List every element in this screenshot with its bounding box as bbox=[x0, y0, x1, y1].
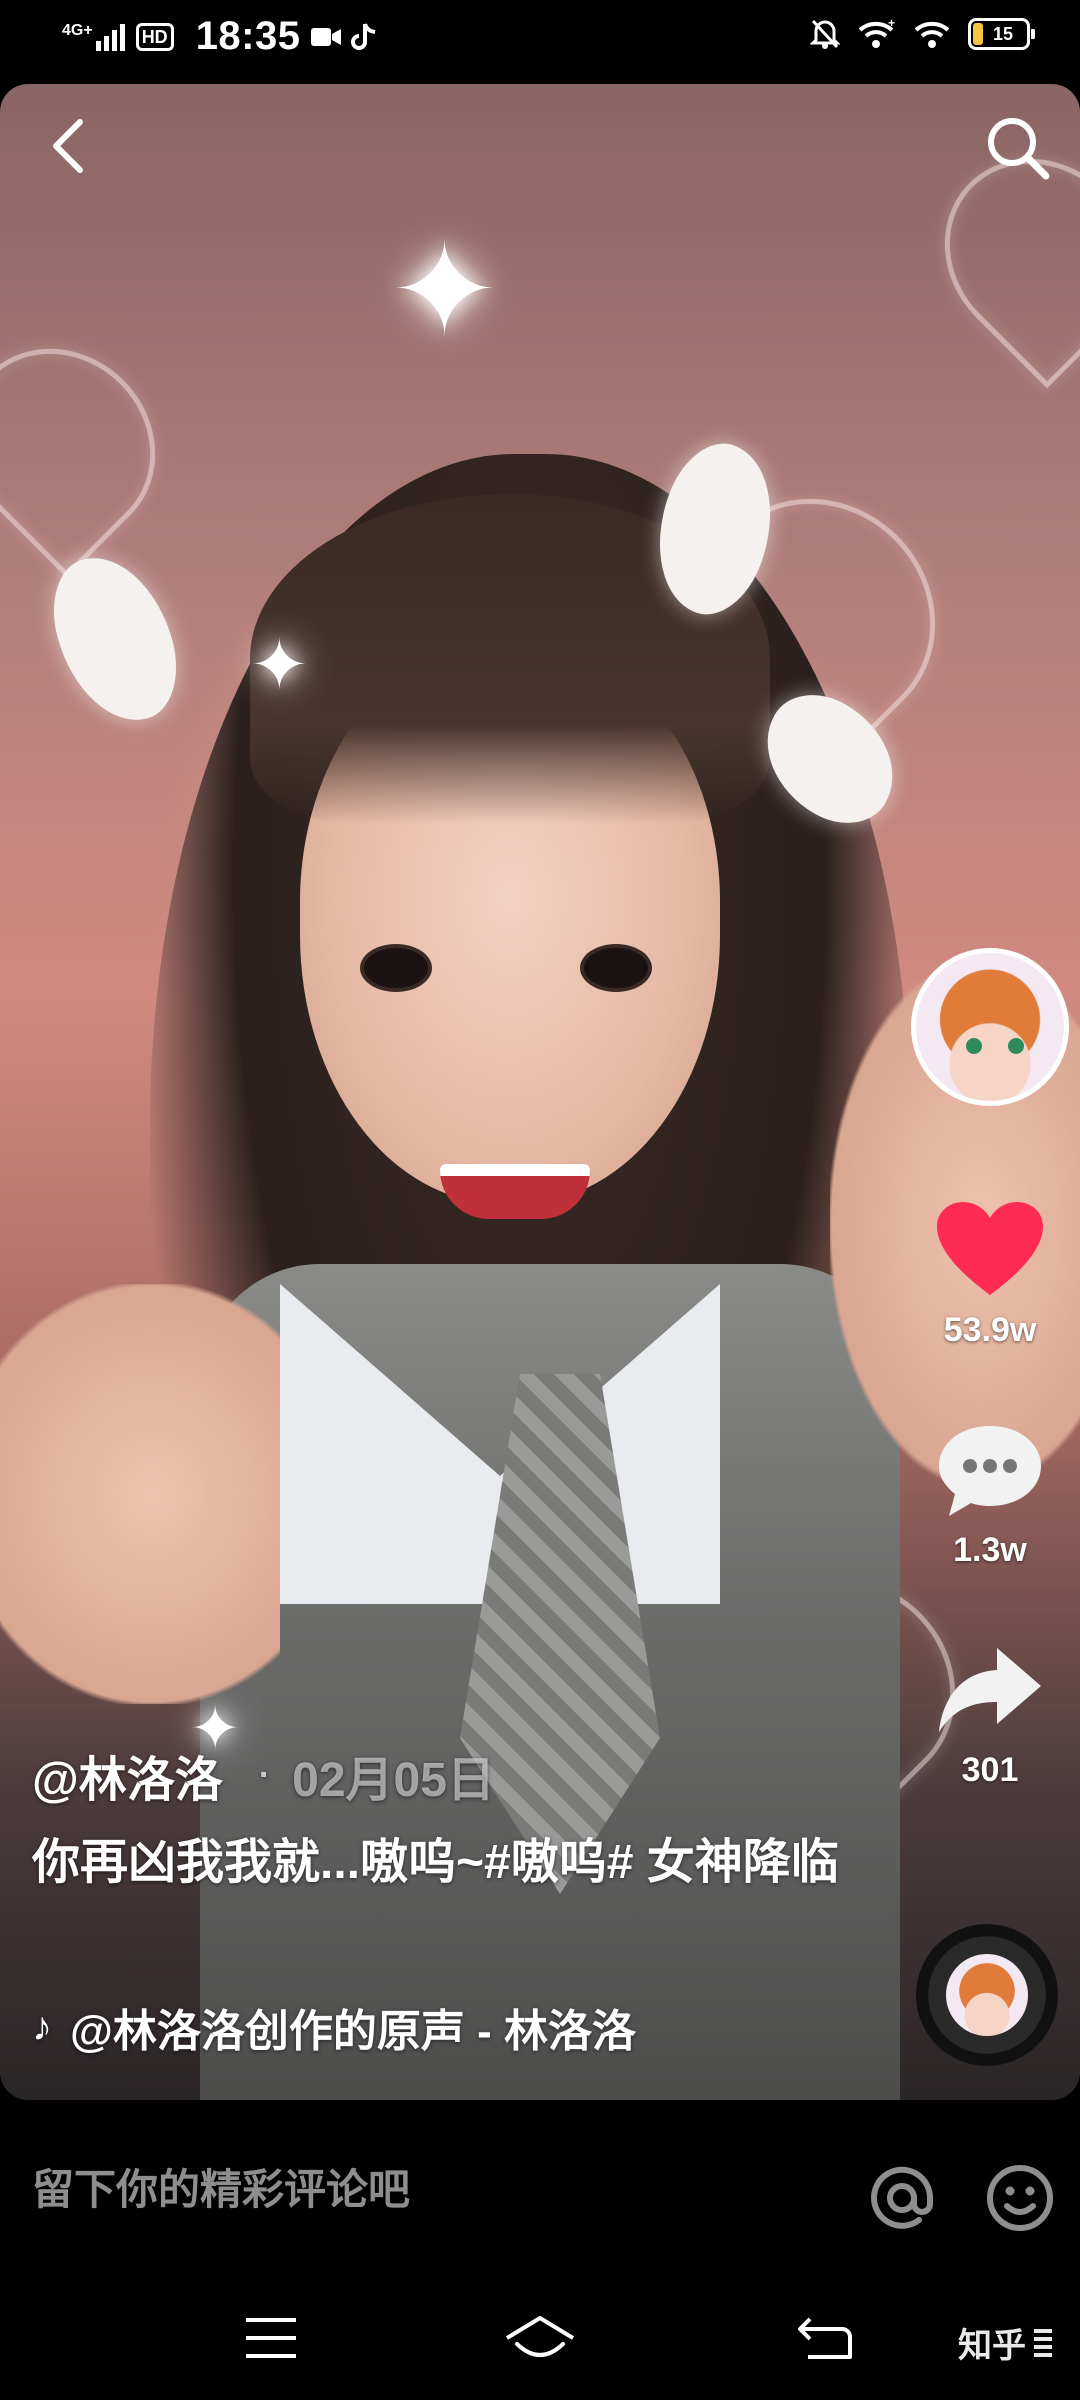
separator-dot: · bbox=[258, 1755, 271, 1794]
video-caption: @林洛洛 · 02月05日 你再凶我我就...嗷呜~#嗷呜# 女神降临 bbox=[32, 1740, 852, 1896]
like-button[interactable]: 53.9w bbox=[900, 1200, 1080, 1350]
wifi-plus-icon: + bbox=[858, 19, 895, 48]
post-date: 02月05日 bbox=[292, 1754, 495, 1807]
hd-icon: HD bbox=[135, 22, 174, 51]
share-count: 301 bbox=[961, 1751, 1019, 1789]
video-icon bbox=[310, 27, 341, 46]
clock: 18:35 bbox=[195, 14, 301, 58]
video-subject-mouth bbox=[440, 1164, 590, 1219]
heart-decoration bbox=[0, 309, 195, 579]
music-title: @林洛洛创作的原声 - 林洛洛 bbox=[70, 2007, 637, 2056]
network-type: 4G+ bbox=[62, 21, 93, 39]
home-icon bbox=[505, 2316, 575, 2357]
menu-icon bbox=[246, 2318, 296, 2358]
search-button[interactable] bbox=[978, 108, 1058, 188]
zhihu-watermark: 知乎 bbox=[958, 2318, 1052, 2367]
tiktok-icon bbox=[350, 22, 375, 50]
video-description[interactable]: 你再凶我我就...嗷呜~#嗷呜# 女神降临 bbox=[32, 1830, 852, 1896]
share-arrow-icon bbox=[939, 1648, 1041, 1732]
share-button[interactable]: 301 bbox=[900, 1640, 1080, 1790]
svg-text:+: + bbox=[888, 19, 895, 30]
video-subject-eye bbox=[360, 944, 432, 992]
music-disc-cover bbox=[946, 1954, 1028, 2036]
comment-input[interactable] bbox=[32, 2160, 812, 2220]
system-back-button[interactable] bbox=[780, 2298, 870, 2378]
music-disc[interactable] bbox=[916, 1924, 1058, 2066]
status-bar: 4G+ HD 18:35 + 15 bbox=[0, 0, 1080, 82]
screen: 4G+ HD 18:35 + 15 ✦ ✦ ✦ 53.9w 1.3w 301 @… bbox=[0, 0, 1080, 2400]
video-subject-hand bbox=[0, 1284, 280, 1704]
author-name[interactable]: @林洛洛 bbox=[32, 1740, 223, 1810]
music-note-icon: ♪ bbox=[32, 2004, 52, 2049]
battery-icon: 15 bbox=[968, 18, 1035, 50]
mention-button[interactable] bbox=[862, 2158, 942, 2238]
signal-icon: 4G+ bbox=[62, 21, 126, 51]
home-button[interactable] bbox=[495, 2298, 585, 2378]
music-info[interactable]: ♪ @林洛洛创作的原声 - 林洛洛 bbox=[32, 1995, 636, 2059]
system-nav-bar bbox=[0, 2280, 1080, 2400]
watermark-text: 知乎 bbox=[958, 2327, 1026, 2365]
sparkle-icon: ✦ bbox=[250, 626, 309, 704]
comment-bubble-icon bbox=[939, 1426, 1041, 1516]
video-subject-eye bbox=[580, 944, 652, 992]
battery-level: 15 bbox=[992, 23, 1014, 44]
heart-icon bbox=[937, 1202, 1043, 1295]
mute-bell-icon bbox=[810, 19, 840, 49]
watermark-logo bbox=[1034, 2328, 1052, 2357]
chevron-left-icon bbox=[53, 119, 83, 173]
hd-label: HD bbox=[141, 26, 168, 47]
author-avatar[interactable] bbox=[911, 948, 1069, 1106]
recent-apps-button[interactable] bbox=[226, 2298, 316, 2378]
search-icon bbox=[988, 118, 1050, 180]
comment-button[interactable]: 1.3w bbox=[900, 1420, 1080, 1570]
back-button[interactable] bbox=[28, 106, 108, 186]
wifi-icon bbox=[914, 21, 950, 48]
at-icon bbox=[871, 2166, 934, 2229]
like-count: 53.9w bbox=[943, 1311, 1037, 1349]
sparkle-icon: ✦ bbox=[390, 217, 499, 363]
emoji-button[interactable] bbox=[980, 2158, 1060, 2238]
smiley-icon bbox=[987, 2165, 1053, 2231]
comment-count: 1.3w bbox=[953, 1531, 1027, 1569]
back-arrow-icon bbox=[798, 2317, 852, 2359]
